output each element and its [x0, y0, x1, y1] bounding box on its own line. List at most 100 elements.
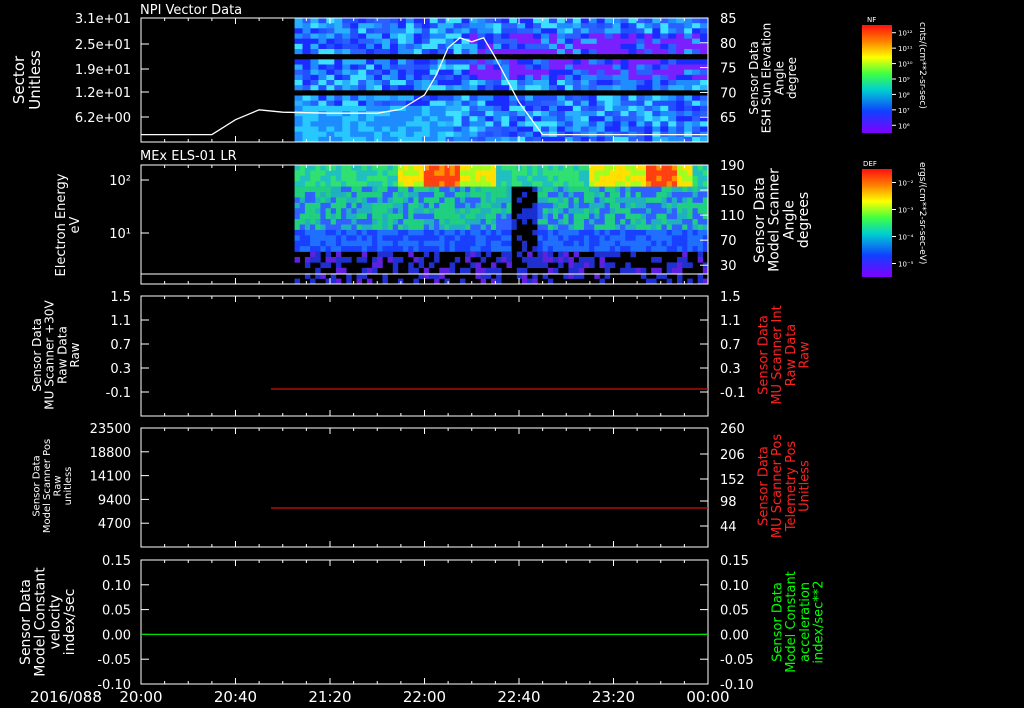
heatmap-cell — [521, 192, 528, 198]
heatmap-cell — [342, 100, 351, 107]
heatmap-cell — [630, 267, 636, 274]
heatmap-cell — [660, 64, 669, 71]
heatmap-cell — [397, 38, 407, 45]
heatmap-cell — [572, 90, 582, 96]
heatmap-cell — [521, 219, 528, 225]
heatmap-cell — [572, 64, 582, 71]
y-axis-label-line: Raw — [52, 475, 63, 496]
heatmap-cell — [470, 240, 476, 247]
heatmap-cell — [413, 85, 423, 91]
heatmap-cell — [509, 49, 518, 55]
heatmap-cell — [377, 213, 383, 220]
heatmap-cell — [418, 170, 425, 177]
heatmap-cell — [604, 54, 614, 60]
heatmap-cell — [477, 105, 486, 112]
heatmap-cell — [470, 235, 476, 242]
heatmap-cell — [341, 213, 347, 220]
heatmap-cell — [302, 23, 311, 29]
heatmap-cell — [644, 64, 653, 71]
heatmap-cell — [604, 240, 611, 247]
heatmap-cell — [294, 121, 304, 127]
heatmap-cell — [652, 28, 661, 34]
heatmap-cell — [453, 121, 463, 127]
heatmap-cell — [671, 165, 678, 171]
heatmap-cell — [413, 111, 423, 117]
heatmap-cell — [527, 186, 533, 193]
heatmap-cell — [335, 278, 342, 285]
heatmap-cell — [564, 69, 574, 76]
heatmap-cell — [310, 28, 319, 34]
heatmap-cell — [389, 69, 399, 76]
heatmap-cell — [682, 170, 688, 177]
heatmap-cell — [304, 197, 311, 204]
heatmap-cell — [445, 95, 455, 102]
heatmap-cell — [583, 229, 590, 236]
heatmap-cell — [372, 219, 378, 225]
heatmap-cell — [389, 59, 399, 65]
heatmap-cell — [625, 224, 631, 231]
right-tick-label: 110 — [720, 209, 745, 224]
heatmap-cell — [358, 69, 367, 76]
heatmap-cell — [558, 186, 564, 193]
heatmap-cell — [558, 165, 564, 171]
heatmap-cell — [682, 224, 688, 231]
heatmap-cell — [496, 186, 502, 193]
heatmap-cell — [525, 49, 534, 55]
heatmap-cell — [470, 229, 476, 236]
heatmap-cell — [506, 246, 512, 252]
heatmap-cell — [475, 197, 481, 204]
heatmap-cell — [335, 262, 342, 269]
heatmap-cell — [525, 80, 534, 86]
heatmap-cell — [465, 267, 471, 274]
heatmap-cell — [310, 224, 316, 231]
heatmap-cell — [676, 219, 683, 225]
heatmap-cell — [517, 69, 526, 76]
heatmap-cell — [516, 224, 523, 231]
heatmap-cell — [636, 95, 645, 102]
heatmap-cell — [558, 202, 564, 209]
heatmap-cell — [645, 181, 652, 187]
heatmap-cell — [389, 116, 399, 122]
heatmap-cell — [697, 256, 704, 263]
heatmap-cell — [676, 54, 685, 60]
heatmap-cell — [501, 256, 507, 263]
heatmap-cell — [692, 80, 701, 86]
heatmap-cell — [558, 197, 564, 204]
heatmap-cell — [506, 235, 512, 242]
heatmap-cell — [453, 131, 463, 138]
heatmap-cell — [387, 175, 394, 182]
heatmap-cell — [702, 197, 709, 204]
heatmap-cell — [661, 170, 667, 177]
heatmap-cell — [374, 23, 383, 29]
heatmap-cell — [527, 240, 533, 247]
heatmap-cell — [676, 74, 685, 81]
heatmap-cell — [413, 192, 419, 198]
heatmap-cell — [437, 116, 447, 122]
heatmap-cell — [429, 18, 439, 24]
heatmap-cell — [660, 49, 669, 55]
heatmap-cell — [692, 170, 698, 177]
heatmap-cell — [542, 256, 549, 263]
heatmap-cell — [635, 240, 642, 247]
heatmap-cell — [537, 192, 543, 198]
heatmap-cell — [644, 80, 653, 86]
heatmap-cell — [444, 181, 450, 187]
heatmap-cell — [609, 246, 616, 252]
heatmap-cell — [501, 224, 507, 231]
heatmap-cell — [660, 95, 669, 102]
heatmap-cell — [516, 240, 523, 247]
heatmap-cell — [356, 246, 363, 252]
heatmap-cell — [572, 80, 582, 86]
heatmap-cell — [470, 219, 476, 225]
y-axis-label-line: Model Scanner Pos — [42, 439, 53, 533]
heatmap-cell — [552, 202, 559, 209]
heatmap-cell — [656, 197, 662, 204]
heatmap-cell — [660, 28, 669, 34]
heatmap-cell — [428, 224, 435, 231]
heatmap-cell — [604, 69, 614, 76]
heatmap-cell — [403, 213, 409, 220]
heatmap-cell — [318, 126, 327, 133]
heatmap-cell — [470, 192, 476, 198]
heatmap-cell — [449, 213, 456, 220]
heatmap-cell — [445, 33, 455, 40]
